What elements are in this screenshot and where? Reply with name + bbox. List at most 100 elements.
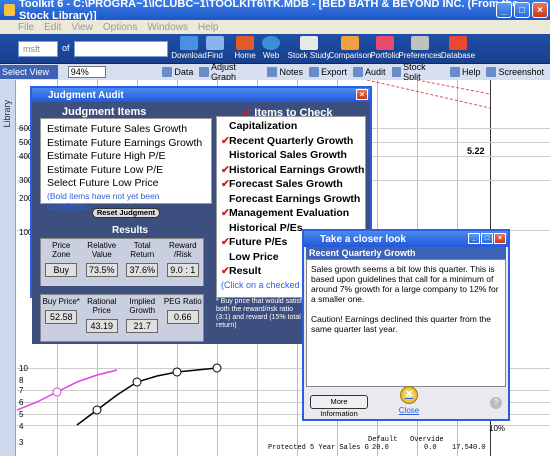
window-title: Toolkit 6 - C:\PROGRA~1\ICLUBC~1\TOOLKIT… xyxy=(18,0,519,22)
ticker-input[interactable]: msft xyxy=(18,41,58,57)
judgment-item[interactable]: Estimate Future High P/E xyxy=(47,150,205,164)
main-toolbar: msft of Download Find Home Web Stock Stu… xyxy=(0,34,550,64)
app-icon xyxy=(4,4,15,16)
close-icon: ✕ xyxy=(400,386,418,404)
select-view-dropdown[interactable]: Select View ... xyxy=(0,65,58,91)
closer-look-maximize-button[interactable]: □ xyxy=(481,233,493,244)
menu-bar: File Edit View Options Windows Help xyxy=(0,20,550,34)
split-icon xyxy=(391,67,402,77)
stock-study-button[interactable]: Stock Study xyxy=(287,36,331,64)
library-tab[interactable]: Library xyxy=(0,80,16,456)
stock-split-button[interactable]: Stock Split xyxy=(391,62,444,82)
result-cell: Rational Price 43.19 xyxy=(85,297,118,333)
tools-icon xyxy=(411,36,429,50)
judgment-item[interactable]: Estimate Future Earnings Growth xyxy=(47,137,205,151)
closer-look-subtitle: Recent Quarterly Growth xyxy=(306,247,506,259)
export-button[interactable]: Export xyxy=(309,67,347,77)
judgment-item[interactable]: Select Future Low Price xyxy=(47,177,205,191)
bottom-text: Default xyxy=(368,436,398,444)
result-cell: Price Zone Buy xyxy=(41,239,82,287)
more-information-button[interactable]: More Information xyxy=(310,395,368,418)
check-item[interactable]: ✔Recent Quarterly Growth xyxy=(221,134,361,149)
menu-view[interactable]: View xyxy=(71,22,93,33)
audit-icon xyxy=(353,67,364,77)
check-item[interactable]: Capitalization xyxy=(221,119,361,134)
export-icon xyxy=(309,67,319,77)
buy-price-note: * Buy price that would satisfy both the … xyxy=(216,298,306,329)
menu-edit[interactable]: Edit xyxy=(44,22,61,33)
adjust-icon xyxy=(199,67,210,77)
closer-look-titlebar: Take a closer look _ □ × xyxy=(304,231,508,247)
minimize-button[interactable]: _ xyxy=(496,2,512,18)
library-label: Library xyxy=(2,100,12,128)
closer-look-minimize-button[interactable]: _ xyxy=(468,233,480,244)
notes-button[interactable]: Notes xyxy=(267,67,303,77)
close-button[interactable]: × xyxy=(532,2,548,18)
check-item[interactable]: Historical Sales Growth xyxy=(221,148,361,163)
bottom-text: 17.540.0 xyxy=(452,444,486,452)
result-cell: Implied Growth 21.7 xyxy=(122,295,163,341)
check-item[interactable]: ✔Forecast Sales Growth xyxy=(221,177,361,192)
data-button[interactable]: Data xyxy=(162,67,193,77)
results-table-1: Price Zone Buy Relative Value 73.5% Total … xyxy=(40,238,204,288)
zoom-select[interactable]: 94% xyxy=(67,66,107,78)
closer-look-close-button[interactable]: × xyxy=(494,233,506,244)
database-button[interactable]: Database xyxy=(438,36,478,64)
judgment-audit-title: Judgment Audit xyxy=(48,89,124,101)
reset-judgment-button[interactable]: Reset Judgment xyxy=(92,208,160,218)
result-cell: Buy Price* 52.58 xyxy=(42,297,80,324)
checkmark-icon: ✔ xyxy=(221,265,230,277)
menu-help[interactable]: Help xyxy=(198,22,219,33)
closer-look-body: Sales growth seems a bit low this quarte… xyxy=(306,259,506,387)
checkmark-icon: ✔ xyxy=(221,236,230,248)
help-icon xyxy=(449,67,460,77)
help-button[interactable]: Help xyxy=(449,67,480,77)
database-icon xyxy=(449,36,467,50)
closer-look-paragraph: Sales growth seems a bit low this quarte… xyxy=(311,264,499,304)
checkmark-icon: ✔ xyxy=(221,134,230,147)
closer-look-paragraph: Caution! Earnings declined this quarter … xyxy=(311,314,492,334)
judgment-audit-titlebar: Judgment Audit × xyxy=(32,88,370,102)
web-button[interactable]: Web xyxy=(252,36,290,64)
result-cell: PEG Ratio 0.66 xyxy=(163,297,202,324)
secondary-toolbar: Select View ... 94% Data Adjust Graph No… xyxy=(0,62,550,91)
adjust-graph-button[interactable]: Adjust Graph xyxy=(199,62,261,82)
bottom-text: 20.0 xyxy=(372,444,389,452)
judgment-item[interactable]: Estimate Future Low P/E xyxy=(47,164,205,178)
menu-windows[interactable]: Windows xyxy=(147,22,188,33)
menu-file[interactable]: File xyxy=(18,22,34,33)
chart-icon xyxy=(300,36,318,50)
take-a-closer-look-window: Take a closer look _ □ × Recent Quarterl… xyxy=(302,229,510,421)
comparison-icon xyxy=(341,36,359,50)
of-label: of xyxy=(62,43,70,53)
closer-look-title: Take a closer look xyxy=(320,233,406,245)
notes-icon xyxy=(267,67,278,77)
checkmark-icon: ✔ xyxy=(221,207,230,219)
screenshot-button[interactable]: Screenshot xyxy=(486,67,544,77)
audit-button[interactable]: Audit xyxy=(353,67,386,77)
judgment-items-heading: Judgment Items xyxy=(62,106,147,118)
check-item[interactable]: ✔Historical Earnings Growth xyxy=(221,163,364,178)
check-item[interactable]: Forecast Earnings Growth xyxy=(221,192,361,207)
camera-icon xyxy=(486,67,497,77)
check-item[interactable]: ✔Management Evaluation xyxy=(221,206,361,221)
portfolio-icon xyxy=(376,36,394,50)
window-titlebar: Toolkit 6 - C:\PROGRA~1\ICLUBC~1\TOOLKIT… xyxy=(0,0,550,22)
judgment-audit-close-button[interactable]: × xyxy=(356,89,368,100)
find-icon xyxy=(206,36,224,50)
menu-options[interactable]: Options xyxy=(103,22,137,33)
results-table-2: Buy Price* 52.58 Rational Price 43.19 Impl… xyxy=(40,294,204,342)
help-icon[interactable]: ? xyxy=(490,397,502,409)
result-cell: Relative Value 73.5% xyxy=(85,241,118,277)
bottom-text: 0.0 xyxy=(424,444,437,452)
globe-icon xyxy=(262,36,280,50)
bottom-text: Protected 5 Year Sales G xyxy=(268,444,369,452)
checkmark-icon: ✔ xyxy=(221,163,230,176)
maximize-button[interactable]: □ xyxy=(514,2,530,18)
closer-look-close-link[interactable]: ✕ Close xyxy=(396,386,422,415)
bottom-text: Overvide xyxy=(410,436,444,444)
company-input[interactable] xyxy=(74,41,168,57)
preferences-button[interactable]: Preferences xyxy=(398,36,442,64)
judgment-item[interactable]: Estimate Future Sales Growth xyxy=(47,123,205,137)
judgment-items-list: Estimate Future Sales Growth Estimate Fu… xyxy=(40,118,212,211)
